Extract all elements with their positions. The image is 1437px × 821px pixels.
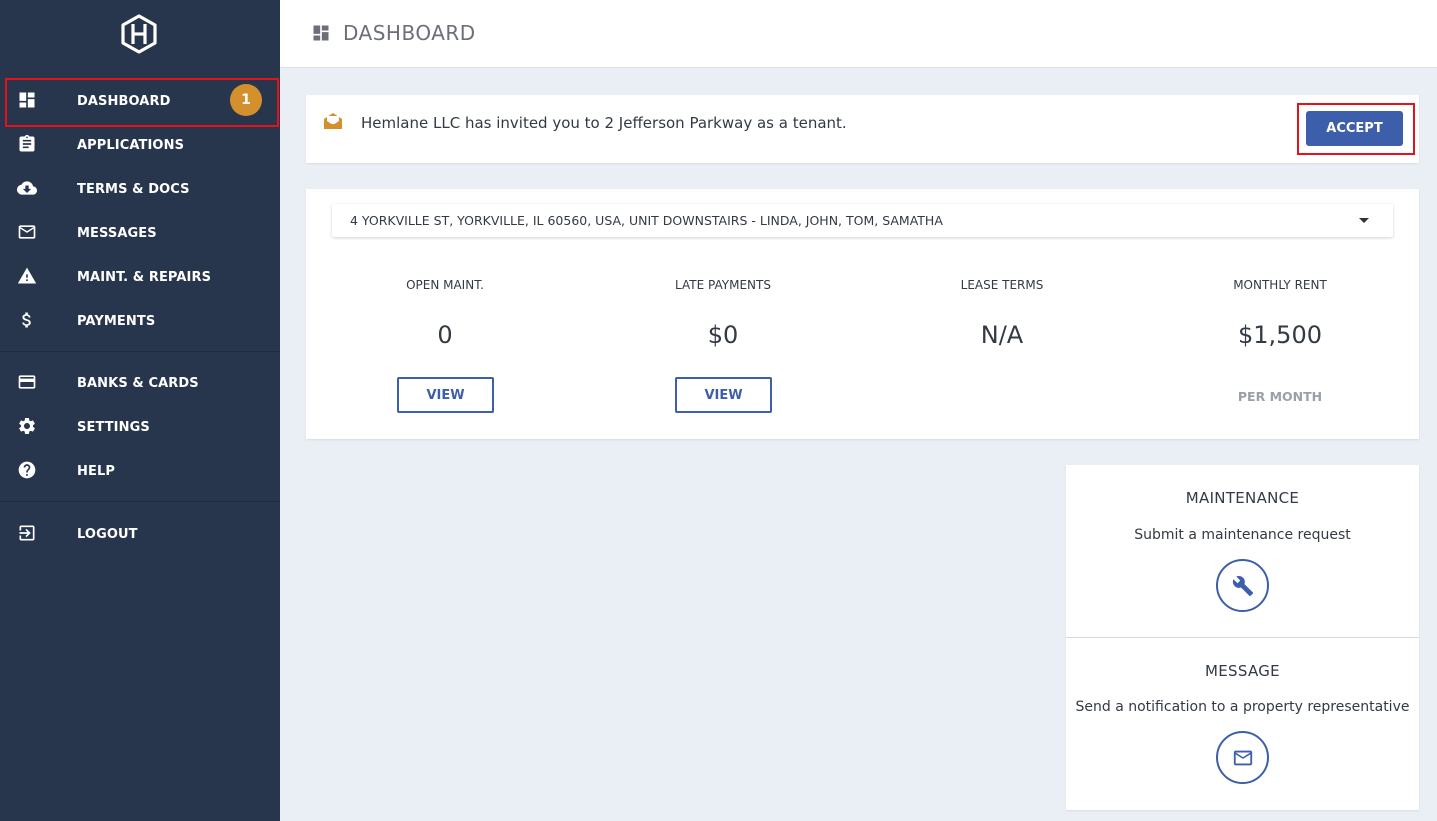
invitation-banner: Hemlane LLC has invited you to 2 Jeffers… <box>306 95 1419 163</box>
maintenance-request-button[interactable] <box>1216 559 1269 612</box>
cloud-download-icon <box>16 177 38 199</box>
action-description: Submit a maintenance request <box>1134 527 1351 543</box>
notification-badge: 1 <box>230 84 262 116</box>
sidebar-item-logout[interactable]: LOGOUT <box>0 512 280 556</box>
dashboard-icon <box>16 89 38 111</box>
page-header: DASHBOARD <box>280 0 1437 68</box>
wrench-icon <box>1232 575 1254 597</box>
accept-button[interactable]: ACCEPT <box>1306 111 1403 146</box>
send-message-button[interactable] <box>1216 731 1269 784</box>
stat-value: $0 <box>707 321 739 349</box>
gear-icon <box>16 415 38 437</box>
stat-value: N/A <box>980 321 1024 349</box>
view-maintenance-button[interactable]: VIEW <box>397 377 494 413</box>
stat-monthly-rent: MONTHLY RENT $1,500 PER MONTH <box>1141 189 1419 439</box>
sidebar-item-help[interactable]: HELP <box>0 449 280 493</box>
sidebar-item-maint-repairs[interactable]: MAINT. & REPAIRS <box>0 255 280 299</box>
dollar-icon <box>16 309 38 331</box>
sidebar-item-label: MESSAGES <box>77 225 157 241</box>
stat-label: OPEN MAINT. <box>406 278 484 292</box>
sidebar-item-label: MAINT. & REPAIRS <box>77 269 212 285</box>
stat-label: LATE PAYMENTS <box>675 278 771 292</box>
dashboard-icon <box>311 23 331 43</box>
sidebar-item-settings[interactable]: SETTINGS <box>0 405 280 449</box>
sidebar-divider <box>0 501 280 502</box>
stat-open-maint: OPEN MAINT. 0 VIEW <box>306 189 584 439</box>
warning-icon <box>16 265 38 287</box>
page-title: DASHBOARD <box>343 21 476 45</box>
action-description: Send a notification to a property repres… <box>1075 699 1410 715</box>
mail-icon <box>16 221 38 243</box>
stat-sublabel: PER MONTH <box>1237 389 1323 404</box>
action-title: MESSAGE <box>1205 662 1280 680</box>
sidebar-item-label: DASHBOARD <box>77 93 171 109</box>
quick-actions-card: MAINTENANCE Submit a maintenance request… <box>1066 465 1419 810</box>
sidebar-item-label: SETTINGS <box>77 419 150 435</box>
sidebar-item-label: HELP <box>77 463 115 479</box>
sidebar: DASHBOARD 1 APPLICATIONS TERMS & DOCS ME… <box>0 0 280 821</box>
sidebar-divider <box>0 351 280 352</box>
sidebar-item-label: APPLICATIONS <box>77 137 185 153</box>
stat-lease-terms: LEASE TERMS N/A <box>863 189 1141 439</box>
sidebar-item-label: PAYMENTS <box>77 313 156 329</box>
sidebar-item-terms-docs[interactable]: TERMS & DOCS <box>0 167 280 211</box>
sidebar-item-label: LOGOUT <box>77 526 138 542</box>
stat-label: MONTHLY RENT <box>1233 278 1327 292</box>
sidebar-item-label: BANKS & CARDS <box>77 375 199 391</box>
stat-label: LEASE TERMS <box>960 278 1044 292</box>
actions-divider <box>1066 637 1419 638</box>
stat-late-payments: LATE PAYMENTS $0 VIEW <box>584 189 862 439</box>
sidebar-item-banks-cards[interactable]: BANKS & CARDS <box>0 361 280 405</box>
sidebar-item-payments[interactable]: PAYMENTS <box>0 299 280 343</box>
view-payments-button[interactable]: VIEW <box>675 377 772 413</box>
logout-icon <box>16 522 38 544</box>
stat-value: $1,500 <box>1238 321 1322 349</box>
hexagon-logo-icon[interactable] <box>119 14 159 54</box>
stat-value: 0 <box>437 321 453 349</box>
mail-icon <box>1232 747 1254 769</box>
sidebar-item-label: TERMS & DOCS <box>77 181 190 197</box>
help-icon <box>16 459 38 481</box>
sidebar-item-applications[interactable]: APPLICATIONS <box>0 123 280 167</box>
open-envelope-icon <box>323 112 343 130</box>
property-summary-card: 4 YORKVILLE ST, YORKVILLE, IL 60560, USA… <box>306 189 1419 439</box>
action-title: MAINTENANCE <box>1185 489 1300 507</box>
credit-card-icon <box>16 371 38 393</box>
sidebar-item-messages[interactable]: MESSAGES <box>0 211 280 255</box>
invitation-message: Hemlane LLC has invited you to 2 Jeffers… <box>361 114 847 132</box>
clipboard-icon <box>16 133 38 155</box>
